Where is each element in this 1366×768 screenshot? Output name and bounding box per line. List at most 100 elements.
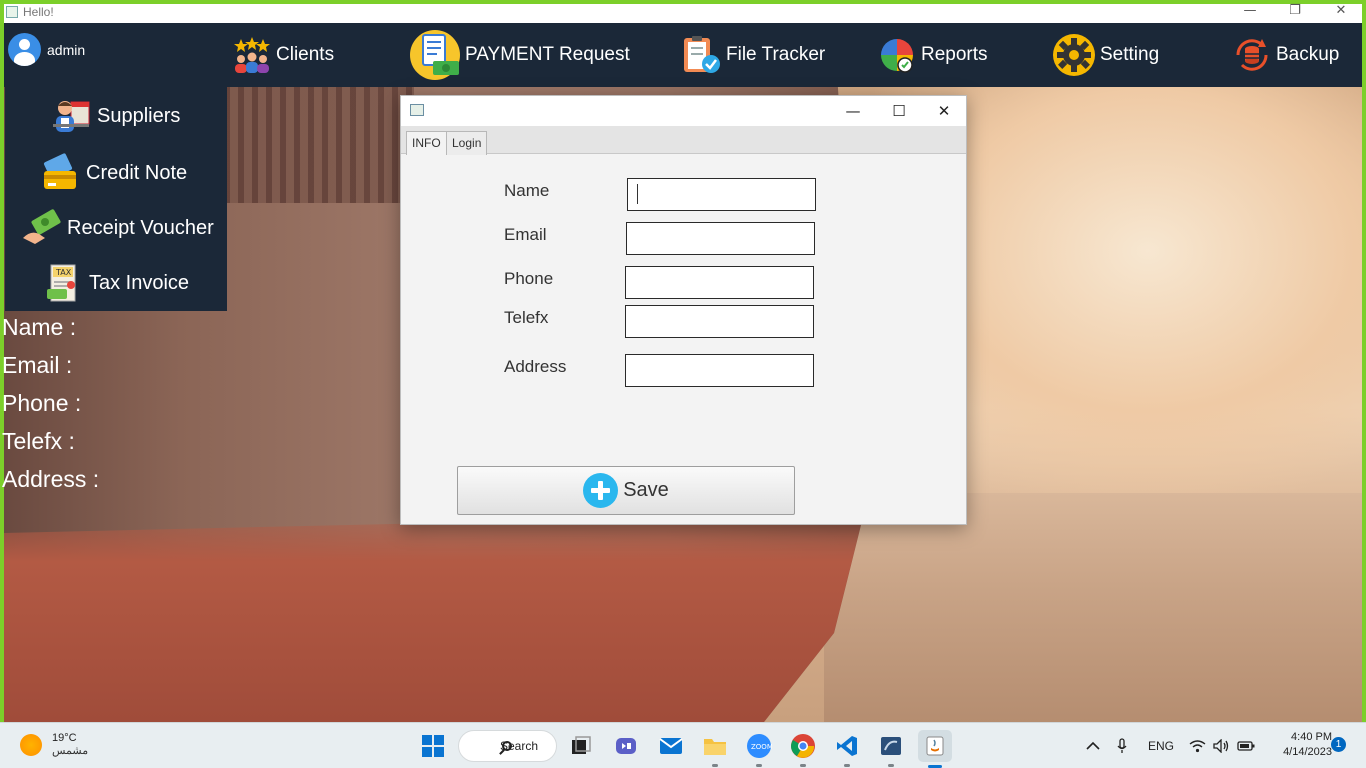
plus-circle-icon	[583, 473, 619, 508]
nav-clients-label: Clients	[276, 44, 335, 65]
search-icon	[502, 741, 512, 751]
top-navigation-bar: admin Clients PAYMENT Request File Track…	[4, 23, 1362, 87]
reports-icon	[877, 35, 917, 75]
clock-time: 4:40 PM	[1291, 731, 1332, 743]
chevron-up-icon[interactable]	[1086, 723, 1100, 768]
dropdown-menu: Suppliers Credit Note Receipt Voucher TA…	[5, 87, 227, 311]
text-caret	[637, 184, 638, 204]
nav-setting-label: Setting	[1100, 44, 1160, 65]
app-title: Hello!	[23, 5, 54, 19]
payment-request-icon	[409, 29, 461, 81]
address-label: Address	[504, 357, 567, 376]
vscode-icon[interactable]	[832, 731, 862, 767]
clients-icon	[232, 35, 272, 75]
svg-text:ZOOM: ZOOM	[751, 743, 772, 751]
app-titlebar[interactable]: Hello! — ❐ ✕	[4, 4, 1362, 23]
weather-temp: 19°C	[52, 732, 77, 744]
nav-clients[interactable]: Clients	[232, 23, 334, 87]
menu-credit-note-label: Credit Note	[86, 161, 188, 184]
menu-receipt-voucher-label: Receipt Voucher	[67, 216, 214, 239]
name-input[interactable]	[627, 178, 816, 211]
clock-date: 4/14/2023	[1283, 746, 1332, 758]
nav-backup-label: Backup	[1276, 44, 1340, 65]
user-name: admin	[47, 41, 86, 58]
menu-credit-note[interactable]: Credit Note	[40, 153, 187, 193]
system-clock[interactable]: 4:40 PM 4/14/2023	[1262, 730, 1332, 760]
app-close-button[interactable]: ✕	[1321, 4, 1361, 23]
suppliers-icon	[51, 96, 91, 136]
menu-tax-invoice-label: Tax Invoice	[89, 271, 190, 294]
nav-setting[interactable]: Setting	[1052, 23, 1159, 87]
dialog-app-icon	[410, 104, 424, 116]
email-label: Email	[504, 225, 547, 244]
sun-icon	[20, 733, 42, 756]
phone-input[interactable]	[625, 266, 814, 299]
save-button-label: Save	[623, 479, 669, 501]
menu-suppliers[interactable]: Suppliers	[51, 96, 180, 136]
telefx-label: Telefx	[504, 308, 549, 327]
tab-login[interactable]: Login	[446, 131, 488, 155]
zoom-icon[interactable]: ZOOM	[744, 731, 774, 767]
address-input[interactable]	[625, 354, 814, 387]
gear-icon	[1052, 33, 1096, 77]
battery-icon[interactable]	[1237, 723, 1255, 768]
nav-payment-request[interactable]: PAYMENT Request	[409, 23, 630, 87]
notification-badge[interactable]: 1	[1331, 737, 1346, 752]
wifi-icon[interactable]	[1189, 723, 1206, 768]
weather-desc: مشمس	[52, 745, 89, 757]
running-indicator	[888, 764, 894, 767]
java-icon[interactable]	[918, 730, 952, 768]
teams-icon[interactable]	[611, 731, 641, 761]
name-label: Name	[504, 181, 550, 200]
email-input[interactable]	[626, 222, 815, 255]
microphone-icon[interactable]	[1116, 723, 1128, 768]
nav-payment-request-label: PAYMENT Request	[465, 44, 630, 65]
menu-tax-invoice[interactable]: TAX Tax Invoice	[43, 263, 189, 303]
bg-telefx-label: Telefx :	[2, 428, 75, 454]
tab-info[interactable]: INFO	[406, 131, 447, 155]
bg-address-label: Address :	[2, 466, 100, 492]
svg-text:TAX: TAX	[55, 268, 72, 277]
credit-note-icon	[40, 153, 80, 193]
task-view-icon[interactable]	[566, 731, 596, 761]
language-indicator[interactable]: ENG	[1148, 723, 1174, 768]
dialog-maximize-button[interactable]: ☐	[876, 96, 922, 126]
bg-name-label: Name :	[2, 314, 77, 340]
chrome-icon[interactable]	[788, 731, 818, 767]
app-icon	[6, 6, 18, 18]
running-indicator	[800, 764, 806, 767]
menu-receipt-voucher[interactable]: Receipt Voucher	[21, 208, 214, 248]
dialog-tab-bar: INFO Login	[401, 126, 966, 155]
nav-file-tracker-label: File Tracker	[726, 44, 826, 65]
bg-email-label: Email :	[2, 352, 73, 378]
menu-suppliers-label: Suppliers	[97, 104, 181, 127]
save-button[interactable]: Save	[457, 466, 795, 515]
phone-label: Phone	[504, 269, 554, 288]
receipt-voucher-icon	[21, 208, 61, 248]
volume-icon[interactable]	[1213, 723, 1230, 768]
file-tracker-icon	[682, 35, 722, 75]
app-minimize-button[interactable]: —	[1230, 4, 1270, 23]
running-indicator	[844, 764, 850, 767]
user-profile[interactable]: admin	[8, 33, 85, 66]
sql-server-icon[interactable]	[876, 731, 906, 767]
windows-taskbar: 19°C مشمس Search ZOOM ENG 4:40 PM 4/14/2…	[0, 722, 1366, 768]
info-dialog: — ☐ ✕ INFO Login Name Email Phone Telefx…	[400, 95, 967, 525]
nav-reports[interactable]: Reports	[877, 23, 988, 87]
app-maximize-button[interactable]: ❐	[1275, 4, 1315, 23]
windows-start-icon[interactable]	[418, 731, 448, 761]
dialog-titlebar[interactable]: — ☐ ✕	[401, 96, 966, 126]
dialog-minimize-button[interactable]: —	[830, 96, 876, 126]
dialog-close-button[interactable]: ✕	[921, 96, 967, 126]
file-explorer-icon[interactable]	[700, 731, 730, 767]
bg-phone-label: Phone :	[2, 390, 82, 416]
mail-icon[interactable]	[656, 731, 686, 761]
running-indicator	[712, 764, 718, 767]
nav-reports-label: Reports	[921, 44, 988, 65]
telefx-input[interactable]	[625, 305, 814, 338]
taskbar-search[interactable]: Search	[458, 730, 557, 762]
weather-widget[interactable]: 19°C مشمس	[20, 732, 88, 757]
running-indicator	[756, 764, 762, 767]
nav-file-tracker[interactable]: File Tracker	[682, 23, 825, 87]
nav-backup[interactable]: Backup	[1232, 23, 1339, 87]
